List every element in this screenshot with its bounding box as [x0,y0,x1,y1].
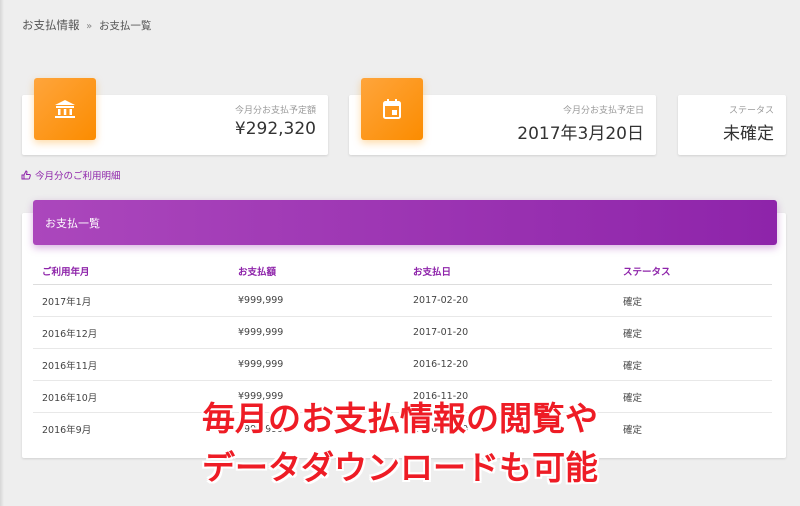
breadcrumb-parent[interactable]: お支払情報 [22,18,80,32]
payment-amount-card: 今月分お支払予定額 ¥292,320 [22,78,328,155]
breadcrumb-current: お支払一覧 [98,20,152,32]
cell-payment-date: 2017-01-20 [413,327,469,338]
table-header-row: ご利用年月 お支払額 お支払日 ステータス [33,258,772,285]
table-row[interactable]: 2017年1月 ¥999,999 2017-02-20 確定 [33,285,772,317]
status-card: ステータス 未確定 [678,95,786,155]
cell-amount: ¥999,999 [238,295,284,306]
column-header-amount: お支払額 [238,267,277,278]
monthly-usage-detail-label: 今月分のご利用明細 [35,171,121,182]
table-row[interactable]: 2016年11月 ¥999,999 2016-12-20 確定 [33,349,772,381]
cell-status: 確定 [623,328,643,340]
status-value: 未確定 [723,124,774,144]
payment-amount-label: 今月分お支払予定額 [234,106,316,116]
payment-list-header: お支払一覧 [33,200,777,245]
cell-amount: ¥999,999 [238,359,284,370]
overlay-caption-line2: データダウンロードも可能 [202,448,598,487]
column-header-usage-month: ご利用年月 [42,267,90,278]
monthly-usage-detail-link[interactable]: 今月分のご利用明細 [21,168,121,182]
cell-amount: ¥999,999 [238,327,284,338]
column-header-status: ステータス [623,267,671,278]
payment-list-title: お支払一覧 [45,216,100,230]
cell-usage-month: 2016年12月 [42,328,98,340]
cell-payment-date: 2016-12-20 [413,359,469,370]
bank-icon [34,78,96,140]
payment-date-value: 2017年3月20日 [517,124,644,144]
table-row[interactable]: 2016年12月 ¥999,999 2017-01-20 確定 [33,317,772,349]
cell-usage-month: 2017年1月 [42,296,92,308]
status-label: ステータス [728,106,774,116]
payment-date-card: 今月分お支払予定日 2017年3月20日 [349,78,656,155]
column-header-payment-date: お支払日 [413,267,452,278]
cell-status: 確定 [623,296,643,308]
breadcrumb-separator: » [86,21,93,32]
cell-status: 確定 [623,360,643,372]
payment-date-label: 今月分お支払予定日 [562,106,644,116]
calendar-icon [361,78,423,140]
breadcrumb: お支払情報 » お支払一覧 [22,17,151,33]
cell-usage-month: 2016年11月 [42,360,98,372]
overlay-caption-line1: 毎月のお支払情報の閲覧や [202,399,598,438]
payment-amount-value: ¥292,320 [234,119,316,139]
cell-payment-date: 2017-02-20 [413,295,469,306]
hand-pointer-icon [21,170,31,180]
